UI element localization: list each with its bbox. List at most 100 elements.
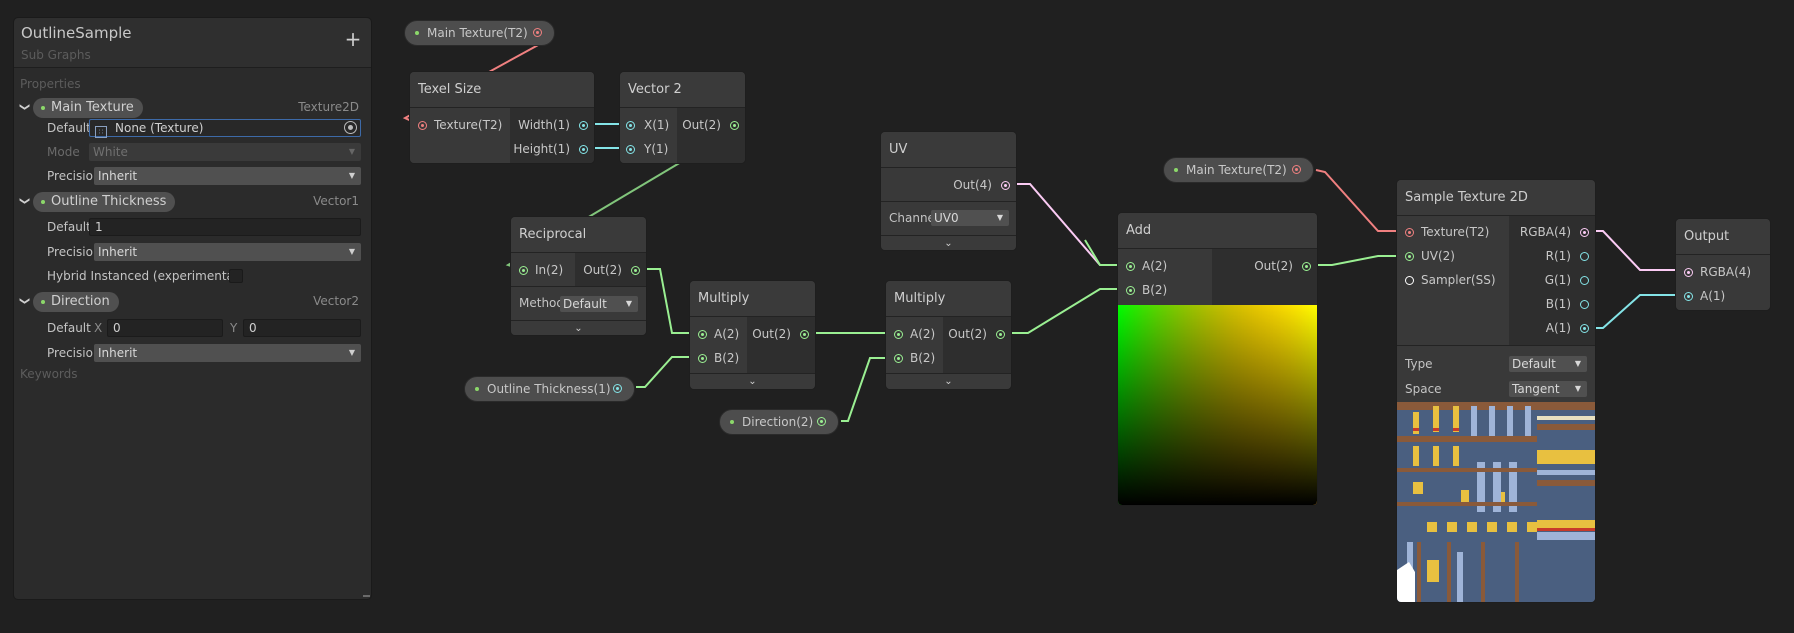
port-label: X(1) [644,118,670,132]
port-label: B(2) [714,351,740,365]
texture-object-field[interactable]: ∷ None (Texture) [89,119,361,138]
port-icon [1580,252,1589,261]
property-node-main-texture[interactable]: Main Texture(T2) [1163,157,1314,183]
port-label: R(1) [1545,249,1571,263]
node-add[interactable]: Add A(2) B(2) Out(2) [1117,212,1318,506]
property-direction[interactable]: ❯ Direction Vector2 [14,291,371,313]
output-port[interactable]: R(1) [1546,246,1589,266]
output-port-icon[interactable] [1292,165,1301,174]
chevron-down-icon[interactable]: ❯ [18,101,30,113]
chevron-down-icon[interactable]: ❯ [18,295,30,307]
port-icon [730,121,739,130]
output-port-icon[interactable] [613,384,622,393]
precision-dropdown[interactable]: Inherit ▼ [94,344,361,362]
port-icon [1001,181,1010,190]
chevron-down-icon[interactable]: ⌄ [690,373,815,389]
input-port[interactable]: A(1) [1676,286,1725,306]
output-port[interactable]: Out(2) [1254,256,1311,276]
input-port[interactable]: Texture(T2) [410,115,510,135]
x-field[interactable]: 0 [107,319,223,337]
chevron-down-icon[interactable]: ⌄ [511,320,646,335]
input-port[interactable]: Sampler(SS) [1397,270,1496,290]
channel-dropdown[interactable]: UV0 ▼ [931,210,1009,226]
input-port[interactable]: X(1) [620,115,669,135]
property-type: Vector1 [313,194,359,208]
node-reciprocal[interactable]: Reciprocal In(2) Out(2) Method Default ▼ … [510,216,647,336]
output-port-icon[interactable] [533,28,542,37]
port-label: Out(2) [948,327,987,341]
property-name: Direction [51,294,110,309]
resize-handle[interactable] [363,595,370,597]
chevron-down-icon[interactable]: ⌄ [886,373,1011,389]
property-name: Outline Thickness [51,194,167,209]
output-port[interactable]: RGBA(4) [1520,222,1589,242]
property-outline-thickness[interactable]: ❯ Outline Thickness Vector1 [14,191,371,213]
output-port[interactable]: Width(1) [518,115,588,135]
input-port[interactable]: B(2) [1118,280,1167,300]
precision-dropdown[interactable]: Inherit ▼ [94,167,361,185]
output-port[interactable]: Height(1) [513,139,588,159]
property-node-label: Outline Thickness(1) [487,382,611,396]
node-settings: Type Default ▼ Space Tangent ▼ [1397,345,1595,402]
input-port[interactable]: Texture(T2) [1397,222,1489,242]
precision-dropdown[interactable]: Inherit ▼ [94,243,361,261]
property-node-direction[interactable]: Direction(2) [719,409,839,435]
input-port[interactable]: Y(1) [620,139,668,159]
texture-value: None (Texture) [115,121,204,135]
port-icon [418,121,427,130]
y-field[interactable]: 0 [243,319,361,337]
property-pill[interactable]: Direction [33,292,119,312]
node-uv[interactable]: UV Out(4) Channel UV0 ▼ ⌄ [880,131,1017,251]
method-label: Method [519,296,565,310]
plus-icon[interactable]: + [343,29,363,50]
input-port[interactable]: B(2) [886,348,935,368]
method-dropdown[interactable]: Default ▼ [560,296,638,312]
input-port[interactable]: UV(2) [1397,246,1455,266]
output-port-icon[interactable] [817,417,826,426]
output-port[interactable]: Out(2) [752,324,809,344]
type-dropdown[interactable]: Default ▼ [1509,356,1587,372]
node-texel-size[interactable]: Texel Size Texture(T2) Width(1) Height(1… [409,71,595,164]
port-icon [1684,268,1693,277]
input-port[interactable]: B(2) [690,348,739,368]
input-port[interactable]: A(2) [886,324,935,344]
properties-section-label: Properties [20,77,81,91]
input-port[interactable]: A(2) [690,324,739,344]
type-value: Default [1512,357,1556,371]
chevron-down-icon[interactable]: ⌄ [881,235,1016,250]
node-multiply[interactable]: Multiply A(2) B(2) Out(2) ⌄ [689,280,816,390]
dropdown-arrow-icon: ▼ [348,147,355,156]
node-output[interactable]: Output RGBA(4) A(1) [1675,218,1771,311]
node-title: Reciprocal [511,217,646,253]
port-label: B(2) [1142,283,1168,297]
port-icon [519,266,528,275]
output-port[interactable]: Out(4) [953,175,1010,195]
default-label: Default [47,121,91,135]
default-value-field[interactable]: 1 [89,218,361,236]
property-node-main-texture[interactable]: Main Texture(T2) [404,20,555,46]
output-port[interactable]: A(1) [1546,318,1589,338]
property-main-texture[interactable]: ❯ Main Texture Texture2D [14,97,371,119]
property-pill[interactable]: Main Texture [33,98,143,118]
output-port[interactable]: Out(2) [948,324,1005,344]
output-port[interactable]: Out(2) [583,260,640,280]
property-pill[interactable]: Outline Thickness [33,192,176,212]
space-dropdown[interactable]: Tangent ▼ [1509,381,1587,397]
input-port[interactable]: RGBA(4) [1676,262,1751,282]
port-label: A(2) [714,327,740,341]
property-node-outline-thickness[interactable]: Outline Thickness(1) [464,376,635,402]
output-port[interactable]: G(1) [1545,270,1589,290]
output-port[interactable]: Out(2) [682,115,739,135]
chevron-down-icon[interactable]: ❯ [18,195,30,207]
input-port[interactable]: A(2) [1118,256,1167,276]
port-icon [579,145,588,154]
output-port[interactable]: B(1) [1546,294,1589,314]
hybrid-instanced-checkbox[interactable] [229,269,243,283]
object-picker-icon[interactable] [344,121,357,134]
node-sample-texture-2d[interactable]: Sample Texture 2D Texture(T2) UV(2) Samp… [1396,179,1596,603]
node-settings: Method Default ▼ [511,286,646,320]
node-multiply[interactable]: Multiply A(2) B(2) Out(2) ⌄ [885,280,1012,390]
node-vector2[interactable]: Vector 2 X(1) Y(1) Out(2) [619,71,746,164]
input-port[interactable]: In(2) [511,260,563,280]
property-node-label: Main Texture(T2) [427,26,528,40]
